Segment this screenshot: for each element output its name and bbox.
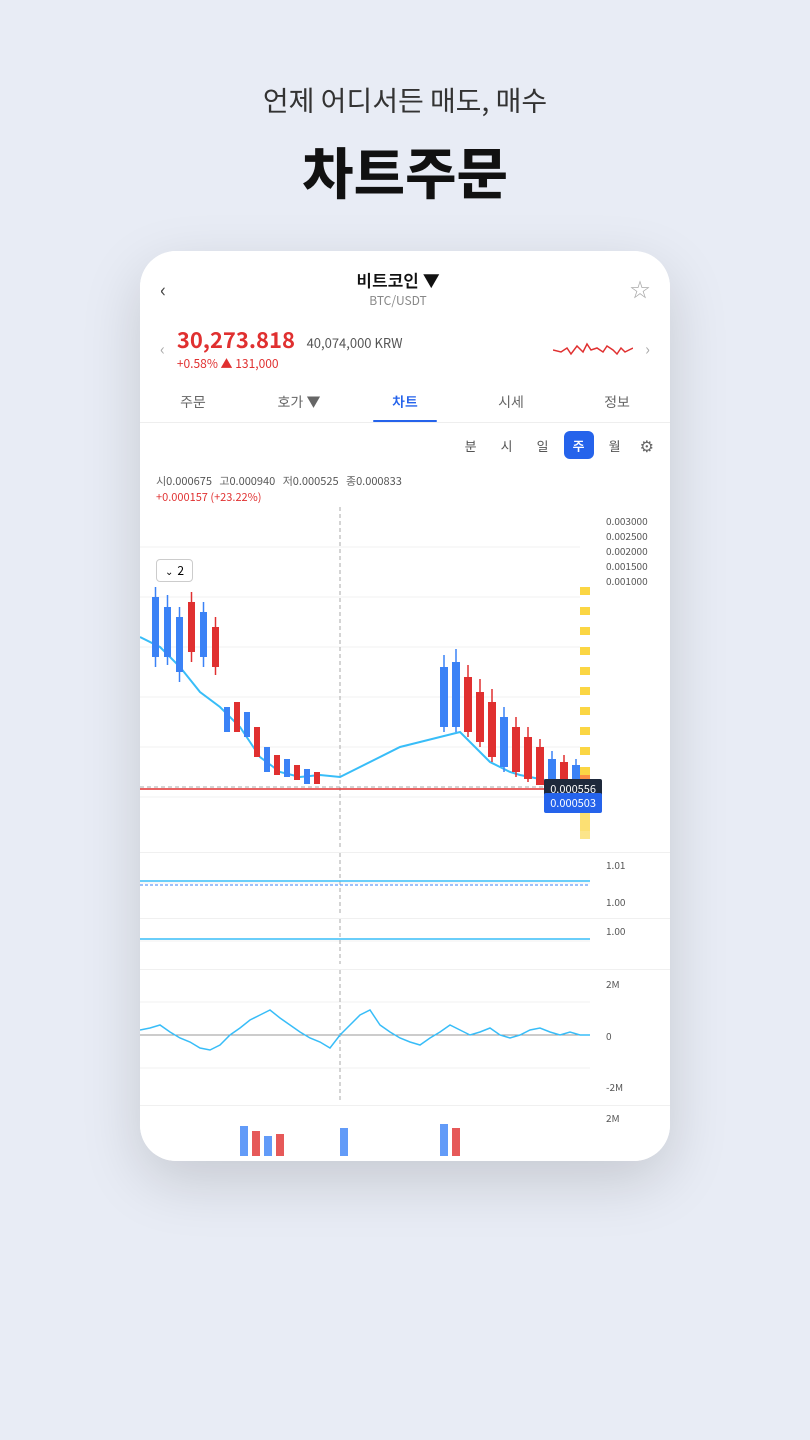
top-bar: ‹ 비트코인 ▼ BTC/USDT ☆: [140, 251, 670, 319]
bottom-scale: 2M: [602, 1106, 670, 1156]
price-label-3: 0.002000: [606, 543, 666, 558]
oscillator-svg: [140, 970, 590, 1100]
bottom-label: 2M: [606, 1110, 620, 1125]
price-value: 30,273.818: [177, 323, 295, 355]
indicator-scale-2: 1.00: [602, 919, 670, 964]
chart-controls: 분 시 일 주 월 ⚙: [140, 423, 670, 467]
price-label-5: 0.001000: [606, 573, 666, 588]
current-price-box2: 0.000503: [544, 793, 602, 813]
price-label-4: 0.001500: [606, 558, 666, 573]
tab-info[interactable]: 정보: [564, 382, 670, 422]
coin-pair: BTC/USDT: [356, 292, 439, 309]
price-main: 30,273.818 40,074,000 KRW +0.58% ▲ 131,0…: [177, 323, 541, 372]
time-btn-day[interactable]: 일: [528, 431, 558, 459]
time-btn-hour[interactable]: 시: [492, 431, 522, 459]
indicator-svg-2: [140, 919, 590, 964]
ind1-mid: 1.00: [606, 894, 666, 909]
coin-title: 비트코인 ▼ BTC/USDT: [356, 267, 439, 309]
bottom-svg: [140, 1106, 590, 1156]
indicator-scale-1: 1.01 1.00: [602, 853, 670, 913]
time-btn-month[interactable]: 월: [600, 431, 630, 459]
coin-name[interactable]: 비트코인 ▼: [356, 267, 439, 292]
ind2-val: 1.00: [606, 923, 625, 938]
tab-order[interactable]: 주문: [140, 382, 246, 422]
chart-settings-icon[interactable]: ⚙: [640, 433, 654, 457]
indicator-chart-2: [140, 919, 602, 969]
back-button[interactable]: ‹: [160, 274, 166, 303]
drag-badge: ⌄ 2: [156, 559, 193, 582]
prev-button[interactable]: ‹: [160, 336, 165, 360]
tab-market[interactable]: 시세: [458, 382, 564, 422]
chart-section: ⌄ 2: [140, 507, 670, 852]
indicator-chart-1: [140, 853, 602, 918]
phone-mockup: ‹ 비트코인 ▼ BTC/USDT ☆ ‹ 30,273.818 40,074,…: [140, 251, 670, 1161]
hero-section: 언제 어디서든 매도, 매수 차트주문: [263, 0, 547, 211]
price-krw: 40,074,000 KRW: [307, 333, 403, 352]
oscillator-chart: [140, 970, 602, 1105]
ohlc-line1: 시0.000675 고0.000940 저0.000525 종0.000833: [156, 473, 654, 489]
osc-bot: -2M: [606, 1079, 666, 1094]
time-btn-week[interactable]: 주: [564, 431, 594, 459]
next-button[interactable]: ›: [645, 336, 650, 360]
tab-orderbook[interactable]: 호가 ▼: [246, 382, 352, 422]
tab-chart[interactable]: 차트: [352, 382, 458, 422]
bottom-chart: [140, 1106, 602, 1161]
osc-top: 2M: [606, 976, 666, 991]
ohlc-line2: +0.000157 (+23.22%): [156, 489, 654, 505]
price-row: ‹ 30,273.818 40,074,000 KRW +0.58% ▲ 131…: [140, 319, 670, 382]
mini-chart: [553, 330, 633, 366]
volume-oscillator: 2M 0 -2M: [140, 969, 670, 1105]
price-label-2: 0.002500: [606, 528, 666, 543]
indicator-section-2: 1.00: [140, 918, 670, 969]
candlestick-chart[interactable]: ⌄ 2: [140, 507, 602, 852]
ind1-top: 1.01: [606, 857, 666, 872]
hero-title: 차트주문: [263, 130, 547, 211]
price-label-1: 0.003000: [606, 513, 666, 528]
ohlc-info: 시0.000675 고0.000940 저0.000525 종0.000833 …: [140, 467, 670, 507]
time-btn-min[interactable]: 분: [456, 431, 486, 459]
oscillator-scale: 2M 0 -2M: [602, 970, 670, 1100]
favorite-icon[interactable]: ☆: [630, 274, 650, 303]
price-scale: 0.003000 0.002500 0.002000 0.001500 0.00…: [602, 507, 670, 847]
chart-svg: [140, 507, 590, 847]
osc-mid: 0: [606, 1028, 666, 1043]
indicator-svg-1: [140, 853, 590, 913]
bottom-bar: 2M: [140, 1105, 670, 1161]
indicator-section-1: 1.01 1.00: [140, 852, 670, 918]
price-change: +0.58% ▲ 131,000: [177, 355, 541, 372]
hero-subtitle: 언제 어디서든 매도, 매수: [263, 80, 547, 120]
tab-bar: 주문 호가 ▼ 차트 시세 정보: [140, 382, 670, 423]
